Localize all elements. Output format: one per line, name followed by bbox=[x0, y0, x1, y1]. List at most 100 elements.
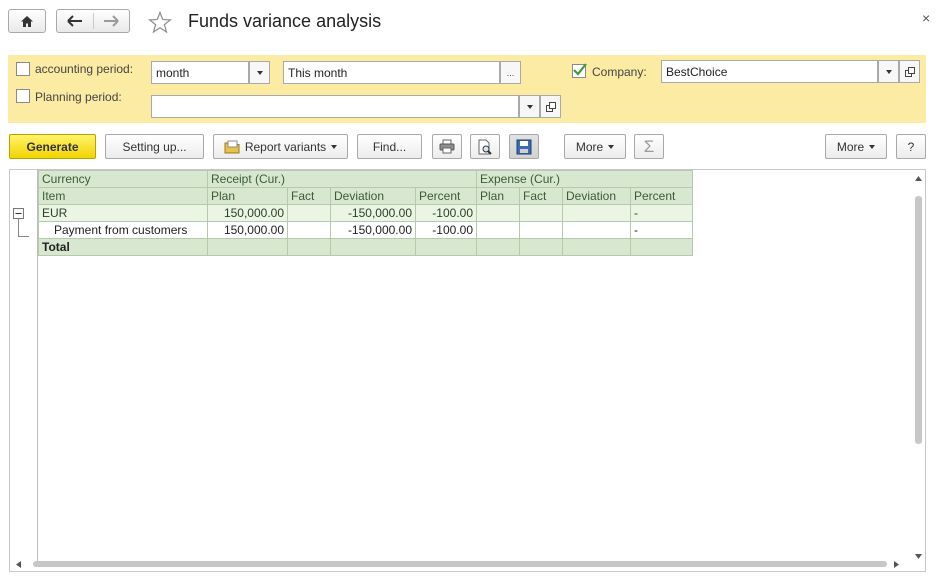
header-receipt-percent: Percent bbox=[415, 187, 477, 205]
header-expense-fact: Fact bbox=[519, 187, 563, 205]
preview-button[interactable] bbox=[470, 134, 500, 159]
header-item: Item bbox=[38, 187, 208, 205]
sum-icon: Σ bbox=[643, 136, 655, 156]
expense-percent-cell: - bbox=[630, 204, 693, 222]
row-name: EUR bbox=[38, 204, 208, 222]
table-row[interactable]: EUR 150,000.00 -150,000.00 -100.00 - bbox=[38, 204, 693, 222]
expense-deviation-cell bbox=[562, 238, 631, 256]
company-open-button[interactable] bbox=[899, 60, 920, 83]
filter-panel: accounting period: month This month ... … bbox=[8, 55, 926, 123]
tree-line bbox=[18, 219, 19, 237]
company-label: Company: bbox=[592, 65, 647, 79]
home-icon bbox=[21, 15, 33, 27]
checkmark-icon bbox=[573, 63, 587, 76]
forward-button[interactable] bbox=[93, 15, 129, 27]
expense-plan-cell bbox=[476, 221, 520, 239]
print-icon bbox=[439, 139, 455, 154]
period-type-dropdown[interactable] bbox=[249, 61, 270, 84]
save-button[interactable] bbox=[509, 134, 539, 159]
company-checkbox[interactable] bbox=[572, 63, 587, 78]
back-arrow-icon bbox=[67, 15, 82, 27]
report-variants-label: Report variants bbox=[244, 139, 327, 154]
period-type-field[interactable]: month bbox=[151, 61, 249, 84]
company-dropdown[interactable] bbox=[878, 60, 899, 83]
report-table: Currency Receipt (Cur.) Expense (Cur.) I… bbox=[38, 170, 693, 256]
report-variants-button[interactable]: Report variants bbox=[213, 134, 348, 159]
scroll-down-icon[interactable] bbox=[915, 554, 922, 559]
expense-fact-cell bbox=[519, 204, 563, 222]
more-label: More bbox=[575, 139, 604, 154]
receipt-deviation-cell: -150,000.00 bbox=[330, 204, 416, 222]
grouping-gutter bbox=[10, 170, 38, 561]
forward-arrow-icon bbox=[104, 15, 119, 27]
more-label: More bbox=[836, 139, 865, 154]
sum-button[interactable]: Σ bbox=[634, 134, 664, 159]
scroll-right-icon[interactable] bbox=[894, 561, 899, 568]
setting-up-button[interactable]: Setting up... bbox=[105, 134, 204, 159]
report-variants-icon bbox=[224, 140, 240, 153]
page-title: Funds variance analysis bbox=[188, 11, 382, 31]
expense-fact-cell bbox=[519, 238, 563, 256]
more-button-left[interactable]: More bbox=[564, 134, 626, 159]
open-form-icon bbox=[904, 66, 915, 77]
chevron-down-icon bbox=[885, 69, 892, 74]
company-field[interactable]: BestChoice bbox=[661, 60, 878, 83]
header-expense-deviation: Deviation bbox=[562, 187, 631, 205]
period-value-field[interactable]: This month bbox=[283, 61, 500, 84]
header-expense-group: Expense (Cur.) bbox=[476, 170, 693, 188]
chevron-down-icon bbox=[608, 144, 615, 149]
header-expense-plan: Plan bbox=[476, 187, 520, 205]
planning-period-checkbox[interactable] bbox=[16, 89, 30, 103]
report-area[interactable]: Currency Receipt (Cur.) Expense (Cur.) I… bbox=[9, 169, 926, 572]
scroll-up-icon[interactable] bbox=[915, 176, 922, 181]
preview-icon bbox=[478, 139, 492, 155]
receipt-percent-cell: -100.00 bbox=[415, 221, 477, 239]
receipt-plan-cell: 150,000.00 bbox=[207, 204, 288, 222]
total-row[interactable]: Total bbox=[38, 238, 693, 256]
row-name: Total bbox=[38, 238, 208, 256]
accounting-period-checkbox[interactable] bbox=[16, 62, 30, 76]
more-button-right[interactable]: More bbox=[825, 134, 887, 159]
close-icon[interactable]: × bbox=[922, 10, 930, 26]
tree-line bbox=[18, 236, 29, 237]
vertical-scrollbar[interactable] bbox=[914, 174, 923, 559]
header-currency: Currency bbox=[38, 170, 208, 188]
horizontal-scroll-thumb[interactable] bbox=[33, 561, 887, 567]
save-icon bbox=[516, 139, 532, 154]
chevron-down-icon bbox=[869, 144, 876, 149]
receipt-percent-cell bbox=[415, 238, 477, 256]
receipt-deviation-cell: -150,000.00 bbox=[330, 221, 416, 239]
chevron-down-icon bbox=[526, 104, 533, 109]
planning-period-field[interactable] bbox=[151, 95, 519, 118]
find-button[interactable]: Find... bbox=[357, 134, 422, 159]
vertical-scroll-thumb[interactable] bbox=[915, 196, 922, 444]
receipt-fact-cell bbox=[287, 221, 331, 239]
chevron-down-icon bbox=[331, 144, 338, 149]
planning-period-open-button[interactable] bbox=[540, 95, 561, 118]
table-row[interactable]: Payment from customers 150,000.00 -150,0… bbox=[38, 221, 693, 239]
header-expense-percent: Percent bbox=[630, 187, 693, 205]
receipt-plan-cell bbox=[207, 238, 288, 256]
generate-button[interactable]: Generate bbox=[9, 134, 96, 159]
expense-percent-cell bbox=[630, 238, 693, 256]
receipt-fact-cell bbox=[287, 204, 331, 222]
header-row-columns: Item Plan Fact Deviation Percent Plan Fa… bbox=[38, 187, 693, 205]
chevron-down-icon bbox=[256, 70, 263, 75]
header-receipt-group: Receipt (Cur.) bbox=[207, 170, 477, 188]
period-select-button[interactable]: ... bbox=[500, 61, 521, 84]
scroll-left-icon[interactable] bbox=[16, 561, 21, 568]
print-button[interactable] bbox=[432, 134, 462, 159]
header-row-groups: Currency Receipt (Cur.) Expense (Cur.) bbox=[38, 170, 693, 188]
collapse-icon[interactable] bbox=[13, 208, 25, 219]
expense-deviation-cell bbox=[562, 221, 631, 239]
expense-plan-cell bbox=[476, 238, 520, 256]
back-button[interactable] bbox=[57, 15, 93, 27]
home-button[interactable] bbox=[8, 9, 46, 33]
expense-percent-cell: - bbox=[630, 221, 693, 239]
expense-plan-cell bbox=[476, 204, 520, 222]
receipt-fact-cell bbox=[287, 238, 331, 256]
planning-period-dropdown[interactable] bbox=[519, 95, 540, 118]
row-name: Payment from customers bbox=[38, 221, 208, 239]
help-button[interactable]: ? bbox=[896, 134, 926, 159]
favorite-star-icon[interactable] bbox=[148, 11, 172, 34]
